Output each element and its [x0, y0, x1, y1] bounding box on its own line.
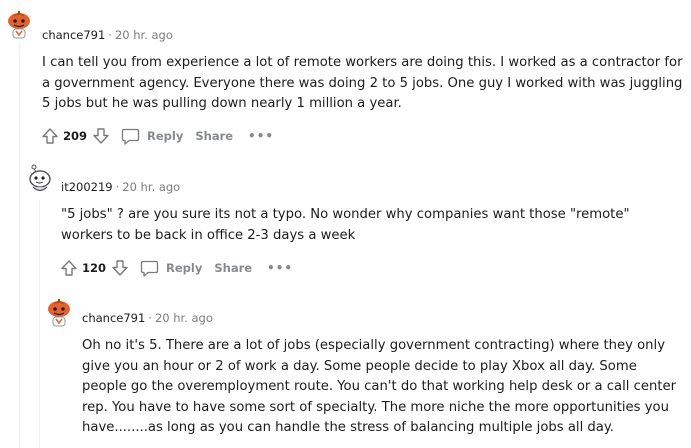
comment-meta: chance791 · 20 hr. ago [42, 28, 173, 42]
username-link[interactable]: chance791 [82, 311, 145, 325]
upvote-icon [61, 260, 77, 276]
separator-dot: · [115, 180, 120, 194]
comment-bubble-icon [121, 128, 140, 145]
downvote-icon [112, 260, 128, 276]
snoo-avatar-outline-icon [29, 164, 51, 191]
comment-body: I can tell you from experience a lot of … [42, 53, 684, 115]
vote-score: 209 [63, 129, 88, 143]
more-options-button[interactable]: ••• [267, 261, 293, 275]
separator-dot: · [148, 311, 152, 325]
share-label: Share [214, 261, 253, 275]
comment-body: "5 jobs" ? are you sure its not a typo. … [61, 205, 685, 246]
downvote-button[interactable] [90, 125, 112, 147]
comment-paragraph: Oh no it's 5. There are a lot of jobs (e… [82, 338, 677, 436]
avatar[interactable] [25, 164, 53, 192]
share-button[interactable]: Share [195, 129, 233, 143]
upvote-icon [42, 128, 58, 144]
username-link[interactable]: chance791 [42, 28, 105, 42]
comment-paragraph: I can tell you from experience a lot of … [42, 55, 683, 112]
thread-line[interactable] [39, 200, 40, 448]
downvote-icon [93, 128, 109, 144]
avatar[interactable] [5, 10, 33, 39]
comment-body: Oh no it's 5. There are a lot of jobs (e… [82, 336, 684, 439]
timestamp[interactable]: 20 hr. ago [115, 28, 173, 42]
reply-label: Reply [166, 261, 203, 275]
comment-actions: 120 Reply Share ••• [58, 257, 293, 279]
comment-bubble-icon [140, 260, 159, 277]
thread-line[interactable] [19, 44, 20, 448]
snoo-avatar-pumpkin-icon [48, 299, 70, 327]
reply-button[interactable]: Reply [140, 259, 202, 278]
more-options-button[interactable]: ••• [248, 129, 274, 143]
comment-meta: chance791 · 20 hr. ago [82, 311, 213, 325]
upvote-button[interactable] [39, 125, 61, 147]
share-label: Share [195, 129, 234, 143]
separator-dot: · [108, 28, 112, 42]
timestamp[interactable]: 20 hr. ago [155, 311, 213, 325]
reply-button[interactable]: Reply [121, 127, 183, 146]
avatar[interactable] [45, 298, 73, 327]
upvote-button[interactable] [58, 257, 80, 279]
vote-score: 120 [82, 261, 107, 275]
comment-actions: 209 Reply Share ••• [39, 125, 274, 147]
downvote-button[interactable] [109, 257, 131, 279]
username-link[interactable]: it200219 [61, 180, 113, 194]
reply-label: Reply [147, 129, 184, 143]
comment-paragraph: "5 jobs" ? are you sure its not a typo. … [61, 207, 630, 243]
snoo-avatar-pumpkin-icon [8, 11, 30, 39]
share-button[interactable]: Share [214, 261, 252, 275]
timestamp[interactable]: 20 hr. ago [122, 180, 180, 194]
comment-meta: it200219 · 20 hr. ago [61, 180, 180, 194]
